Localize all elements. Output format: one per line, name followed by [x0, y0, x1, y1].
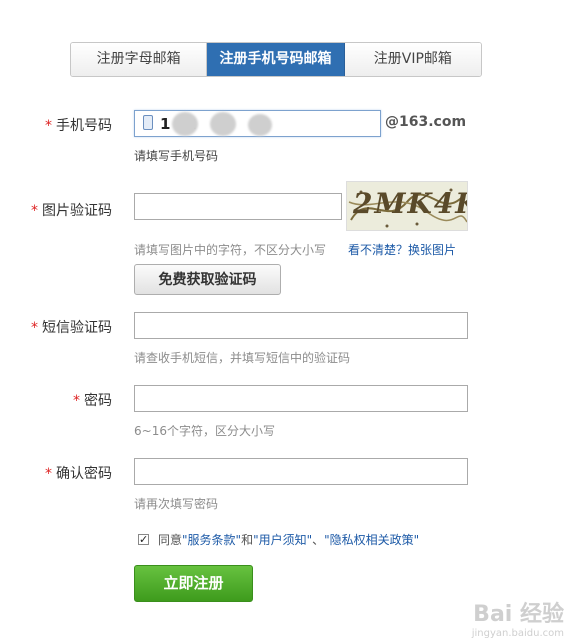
register-submit-button[interactable]: 立即注册: [134, 565, 253, 602]
agree-sep: 、: [312, 533, 325, 547]
agree-checkbox[interactable]: ✓: [138, 534, 149, 545]
password-label: * 密码: [73, 393, 112, 409]
confirm-password-label: * 确认密码: [45, 466, 112, 482]
password-hint: 6~16个字符，区分大小写: [134, 424, 275, 438]
phone-label: * 手机号码: [45, 118, 112, 134]
captcha-input[interactable]: [134, 193, 342, 220]
sms-code-hint: 请查收手机短信，并填写短信中的验证码: [134, 351, 351, 365]
user-notice-link[interactable]: "用户须知": [253, 533, 312, 547]
agree-prefix: 同意: [158, 533, 183, 547]
blur-mask: [172, 112, 198, 136]
sms-code-input[interactable]: [134, 312, 468, 339]
confirm-password-input[interactable]: [134, 458, 468, 485]
confirm-password-hint: 请再次填写密码: [134, 497, 219, 511]
agreement-text: 同意"服务条款"和"用户须知"、"隐私权相关政策": [158, 531, 419, 548]
captcha-hint: 请填写图片中的字符，不区分大小写: [134, 243, 327, 257]
blur-mask: [210, 112, 236, 136]
captcha-text: 2MK4K: [353, 187, 467, 220]
watermark-text: Bai 经验: [473, 602, 564, 627]
sim-card-icon: [143, 115, 153, 130]
baidu-jingyan-watermark: Bai 经验 jingyan.baidu.com: [472, 596, 564, 639]
watermark-sub: jingyan.baidu.com: [471, 628, 564, 639]
email-domain-suffix: @163.com: [385, 114, 467, 130]
captcha-label: * 图片验证码: [31, 203, 112, 219]
captcha-image[interactable]: 2MK4K: [346, 181, 468, 231]
password-input[interactable]: [134, 385, 468, 412]
sms-code-label: * 短信验证码: [31, 320, 112, 336]
tab-letter-email[interactable]: 注册字母邮箱: [71, 43, 208, 76]
tab-mobile-email[interactable]: 注册手机号码邮箱: [207, 43, 345, 76]
phone-hint: 请填写手机号码: [134, 149, 219, 163]
privacy-policy-link[interactable]: "隐私权相关政策": [324, 533, 419, 547]
get-sms-code-button[interactable]: 免费获取验证码: [134, 264, 281, 295]
blur-mask: [248, 114, 272, 136]
register-type-tabs: 注册字母邮箱 注册手机号码邮箱 注册VIP邮箱: [70, 42, 482, 77]
agree-and: 和: [241, 533, 254, 547]
terms-link[interactable]: "服务条款": [182, 533, 241, 547]
tab-vip-email[interactable]: 注册VIP邮箱: [344, 43, 481, 76]
refresh-captcha-link[interactable]: 看不清楚？换张图片: [348, 241, 456, 258]
